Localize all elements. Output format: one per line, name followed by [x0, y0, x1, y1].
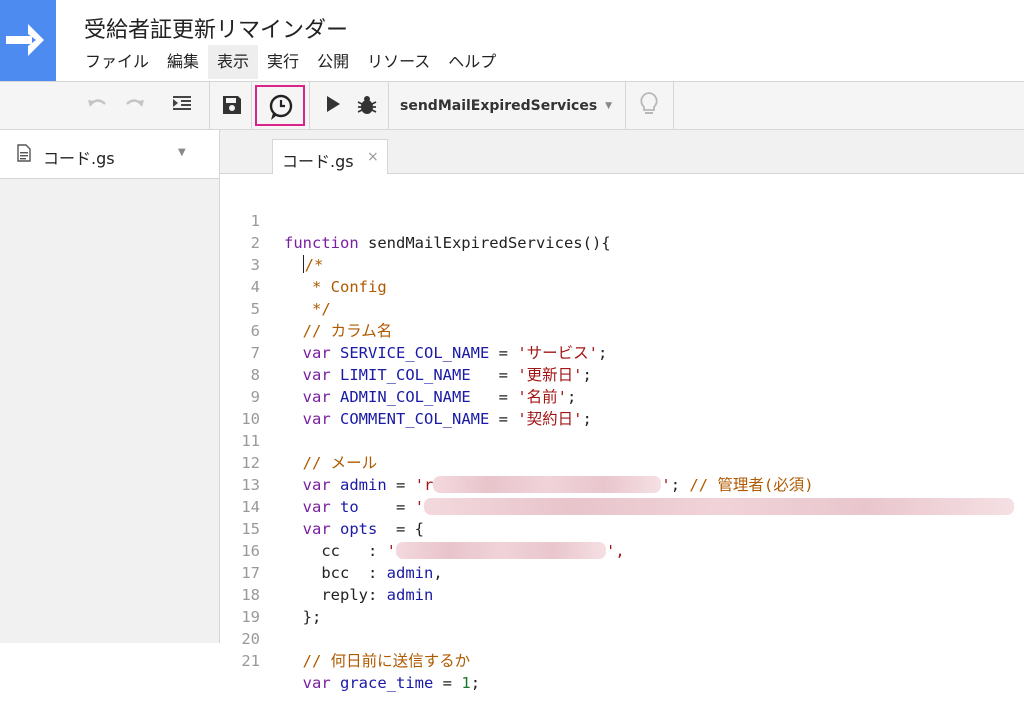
menu-view[interactable]: 表示 — [208, 45, 259, 79]
code-editor: コード.gs × 1 function sendMailExpiredServi… — [220, 130, 1024, 692]
toolbar-separator — [673, 82, 674, 129]
code-line: 7 var LIMIT_COL_NAME = '更新日'; — [220, 320, 1024, 384]
code-line: 17 reply: admin — [220, 540, 1024, 604]
document-icon — [17, 144, 31, 162]
menu-file[interactable]: ファイル — [76, 45, 158, 79]
menu-run[interactable]: 実行 — [258, 45, 308, 79]
run-icon — [327, 96, 340, 112]
code-line: 1 function sendMailExpiredServices(){ — [220, 188, 1024, 252]
function-select[interactable]: sendMailExpiredServices ▼ — [400, 94, 612, 118]
run-button[interactable] — [318, 90, 348, 120]
redo-icon — [126, 99, 144, 107]
file-item[interactable]: コード.gs ▼ — [0, 130, 219, 179]
undo-icon — [88, 99, 106, 107]
code-line: 21 var grace_time = 1; — [220, 628, 1024, 692]
code-line: 3 * Config — [220, 232, 1024, 296]
code-line: 2 /* — [220, 210, 1024, 274]
indent-icon — [173, 96, 191, 110]
chevron-down-icon[interactable]: ▼ — [178, 147, 186, 158]
code-line: 13 var to = ' — [220, 452, 1024, 516]
app-header: 受給者証更新リマインダー ファイル 編集 表示 実行 公開 リソース ヘルプ — [0, 0, 1024, 81]
tab-strip: コード.gs × — [220, 130, 1024, 174]
code-line: 10 — [220, 386, 1024, 428]
undo-button[interactable] — [83, 90, 113, 120]
code-line: 14 var opts = { — [220, 474, 1024, 538]
code-line: 20 // 何日前に送信するか — [220, 606, 1024, 670]
chevron-down-icon: ▼ — [605, 101, 613, 111]
toolbar-separator — [625, 82, 626, 129]
code-line: 8 var ADMIN_COL_NAME = '名前'; — [220, 342, 1024, 406]
apps-script-logo-icon[interactable] — [0, 0, 56, 81]
code-line: 4 */ — [220, 254, 1024, 318]
code-area[interactable]: 1 function sendMailExpiredServices(){ 2 … — [220, 188, 1024, 692]
save-icon — [223, 96, 241, 114]
code-line: 15 cc : ' ', — [220, 496, 1024, 560]
code-line: 16 bcc : admin, — [220, 518, 1024, 582]
lightbulb-button[interactable] — [634, 90, 664, 120]
code-line: 5 // カラム名 — [220, 276, 1024, 340]
line-number: 21 — [241, 652, 260, 670]
code-line: 18 }; — [220, 562, 1024, 626]
toolbar-separator — [251, 82, 252, 129]
current-project-triggers-button[interactable] — [255, 85, 305, 126]
file-list-panel: コード.gs ▼ — [0, 130, 220, 643]
code-line: 6 var SERVICE_COL_NAME = 'サービス'; — [220, 298, 1024, 362]
menu-publish[interactable]: 公開 — [308, 45, 358, 79]
debug-button[interactable] — [352, 90, 382, 120]
lightbulb-icon — [640, 92, 658, 114]
menu-help[interactable]: ヘルプ — [439, 45, 505, 79]
code-line: 11 // メール — [220, 408, 1024, 472]
close-icon[interactable]: × — [367, 149, 379, 165]
redo-button[interactable] — [119, 90, 149, 120]
toolbar-separator — [309, 82, 310, 129]
file-name: コード.gs — [43, 149, 115, 168]
project-title[interactable]: 受給者証更新リマインダー — [84, 12, 348, 44]
toolbar: sendMailExpiredServices ▼ — [0, 81, 1024, 130]
indent-button[interactable] — [167, 90, 197, 120]
code-line: 12 var admin = 'r '; // 管理者(必須) — [220, 430, 1024, 494]
debug-bug-icon — [357, 96, 377, 114]
tab-code-gs[interactable]: コード.gs × — [272, 139, 388, 174]
menu-edit[interactable]: 編集 — [158, 45, 208, 79]
menu-bar: ファイル 編集 表示 実行 公開 リソース ヘルプ — [76, 45, 505, 79]
function-select-label: sendMailExpiredServices — [400, 98, 598, 114]
toolbar-separator — [209, 82, 210, 129]
tab-label: コード.gs — [282, 152, 354, 171]
toolbar-separator — [388, 82, 389, 129]
code-line: 9 var COMMENT_COL_NAME = '契約日'; — [220, 364, 1024, 428]
code-line: 19 — [220, 584, 1024, 626]
menu-resources[interactable]: リソース — [358, 45, 439, 79]
save-button[interactable] — [217, 90, 247, 120]
trigger-clock-icon — [269, 94, 293, 120]
